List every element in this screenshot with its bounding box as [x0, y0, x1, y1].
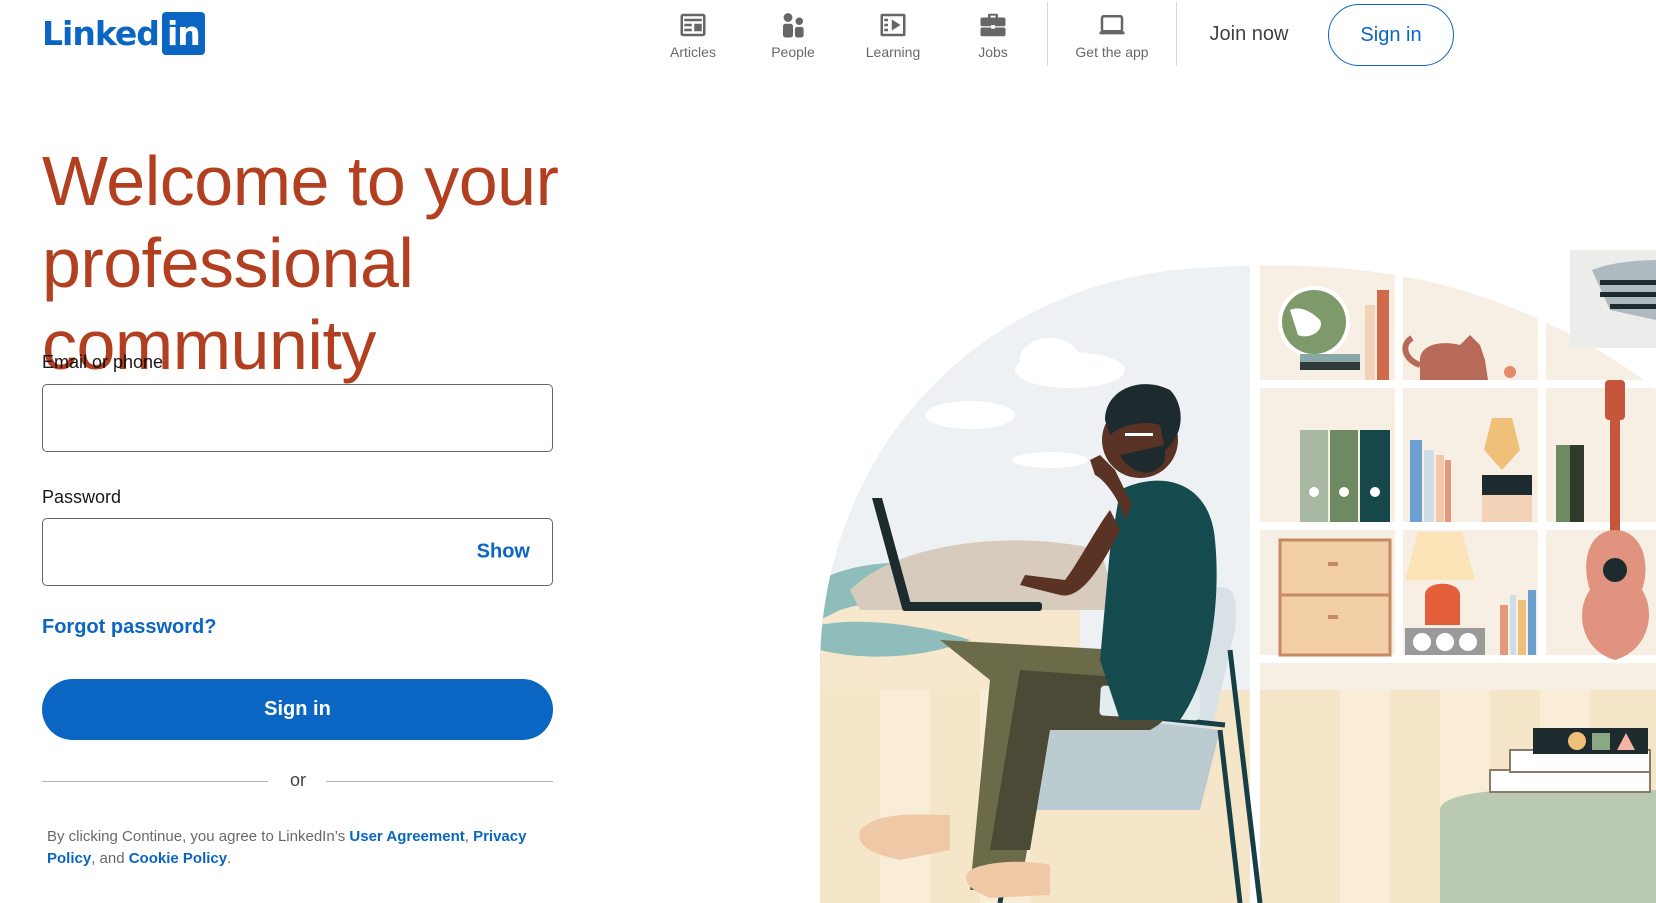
nav-get-the-app[interactable]: Get the app [1052, 0, 1172, 68]
nav-articles[interactable]: Articles [643, 0, 743, 68]
logo-in-box: in [161, 12, 205, 55]
hero-illustration [820, 250, 1656, 903]
legal-suffix: . [227, 850, 232, 867]
title-line-1: Welcome to your [42, 142, 559, 220]
top-nav: Articles People Learning Jobs Get the ap… [643, 0, 1181, 68]
nav-articles-label: Articles [670, 44, 716, 60]
legal-sep-2: , and [91, 850, 129, 867]
legal-prefix: By clicking Continue, you agree to Linke… [47, 828, 350, 845]
linkedin-logo[interactable]: Linked in [42, 12, 205, 55]
email-field[interactable] [43, 385, 552, 451]
password-field-box: Show [42, 518, 553, 586]
articles-icon [680, 13, 706, 37]
password-label: Password [42, 487, 122, 507]
nav-jobs[interactable]: Jobs [943, 0, 1043, 68]
nav-people[interactable]: People [743, 0, 843, 68]
jobs-icon [980, 13, 1006, 37]
join-now-button[interactable]: Join now [1189, 12, 1309, 56]
divider-left [42, 781, 268, 782]
people-icon [783, 13, 804, 38]
password-field[interactable] [43, 519, 552, 585]
cookie-policy-link[interactable]: Cookie Policy [129, 850, 227, 867]
page-title: Welcome to your professional community [42, 140, 762, 386]
nav-people-label: People [771, 44, 815, 60]
nav-divider [1047, 2, 1048, 66]
get-app-icon [1099, 15, 1125, 35]
nav-divider [1176, 2, 1177, 66]
nav-learning-label: Learning [865, 44, 921, 60]
legal-sep-1: , [464, 828, 474, 845]
or-divider-label: or [289, 770, 306, 790]
header-sign-in-button[interactable]: Sign in [1328, 4, 1454, 66]
nav-get-the-app-label: Get the app [1075, 44, 1149, 60]
forgot-password-link[interactable]: Forgot password? [42, 616, 216, 639]
divider-right [326, 781, 553, 782]
logo-wordmark: Linked [42, 14, 160, 53]
email-field-box [42, 384, 553, 452]
nav-learning[interactable]: Learning [843, 0, 943, 68]
sign-in-button[interactable]: Sign in [42, 679, 553, 740]
email-label: Email or phone [42, 352, 164, 372]
learning-icon [880, 13, 906, 37]
legal-notice: By clicking Continue, you agree to Linke… [47, 826, 547, 870]
show-password-button[interactable]: Show [477, 541, 530, 564]
nav-jobs-label: Jobs [978, 44, 1008, 60]
user-agreement-link[interactable]: User Agreement [349, 828, 464, 845]
